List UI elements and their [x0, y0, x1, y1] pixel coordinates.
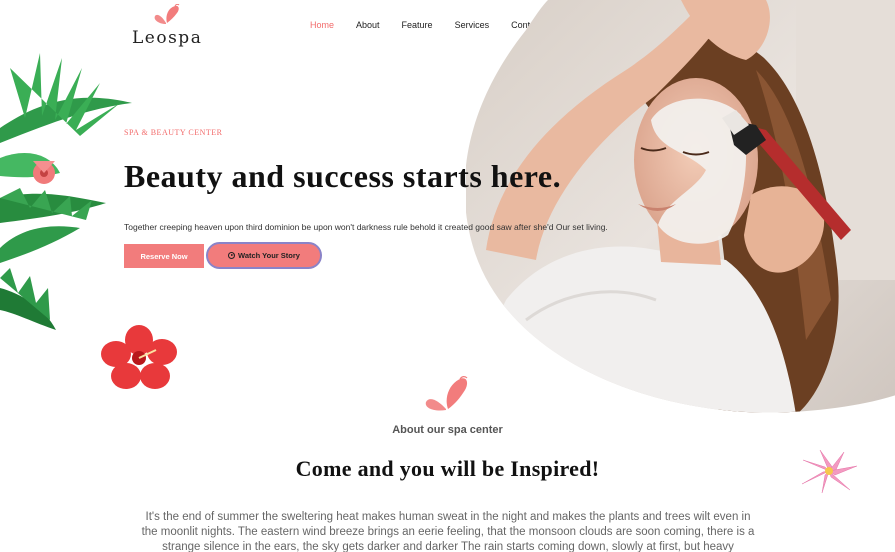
butterfly-icon — [425, 376, 468, 411]
nav-home[interactable]: Home — [310, 20, 334, 30]
reserve-now-button[interactable]: Reserve Now — [124, 244, 204, 268]
hibiscus-flower — [101, 325, 177, 389]
hero-photo — [466, 0, 895, 413]
about-title: Come and you will be Inspired! — [295, 456, 600, 481]
hero-title: Beauty and success starts here. — [124, 158, 562, 194]
watch-story-label: Watch Your Story — [238, 251, 300, 260]
page: Leospa Home About Feature Services Conta… — [0, 0, 895, 552]
watch-story-button[interactable]: Watch Your Story — [206, 242, 322, 269]
play-circle-icon — [228, 252, 236, 259]
hero-description: Together creeping heaven upon third domi… — [124, 222, 608, 232]
palm-leaves — [0, 53, 132, 330]
nav-feature[interactable]: Feature — [402, 20, 433, 30]
nav-about[interactable]: About — [356, 20, 380, 30]
logo[interactable]: Leospa — [132, 4, 202, 48]
hero-kicker: SPA & BEAUTY CENTER — [124, 128, 223, 137]
about-text: It's the end of summer the sweltering he… — [141, 511, 755, 552]
about-subtitle: About our spa center — [392, 424, 503, 436]
butterfly-logo-icon — [154, 4, 180, 24]
brand-name: Leospa — [132, 28, 203, 48]
reserve-now-label: Reserve Now — [140, 251, 188, 261]
